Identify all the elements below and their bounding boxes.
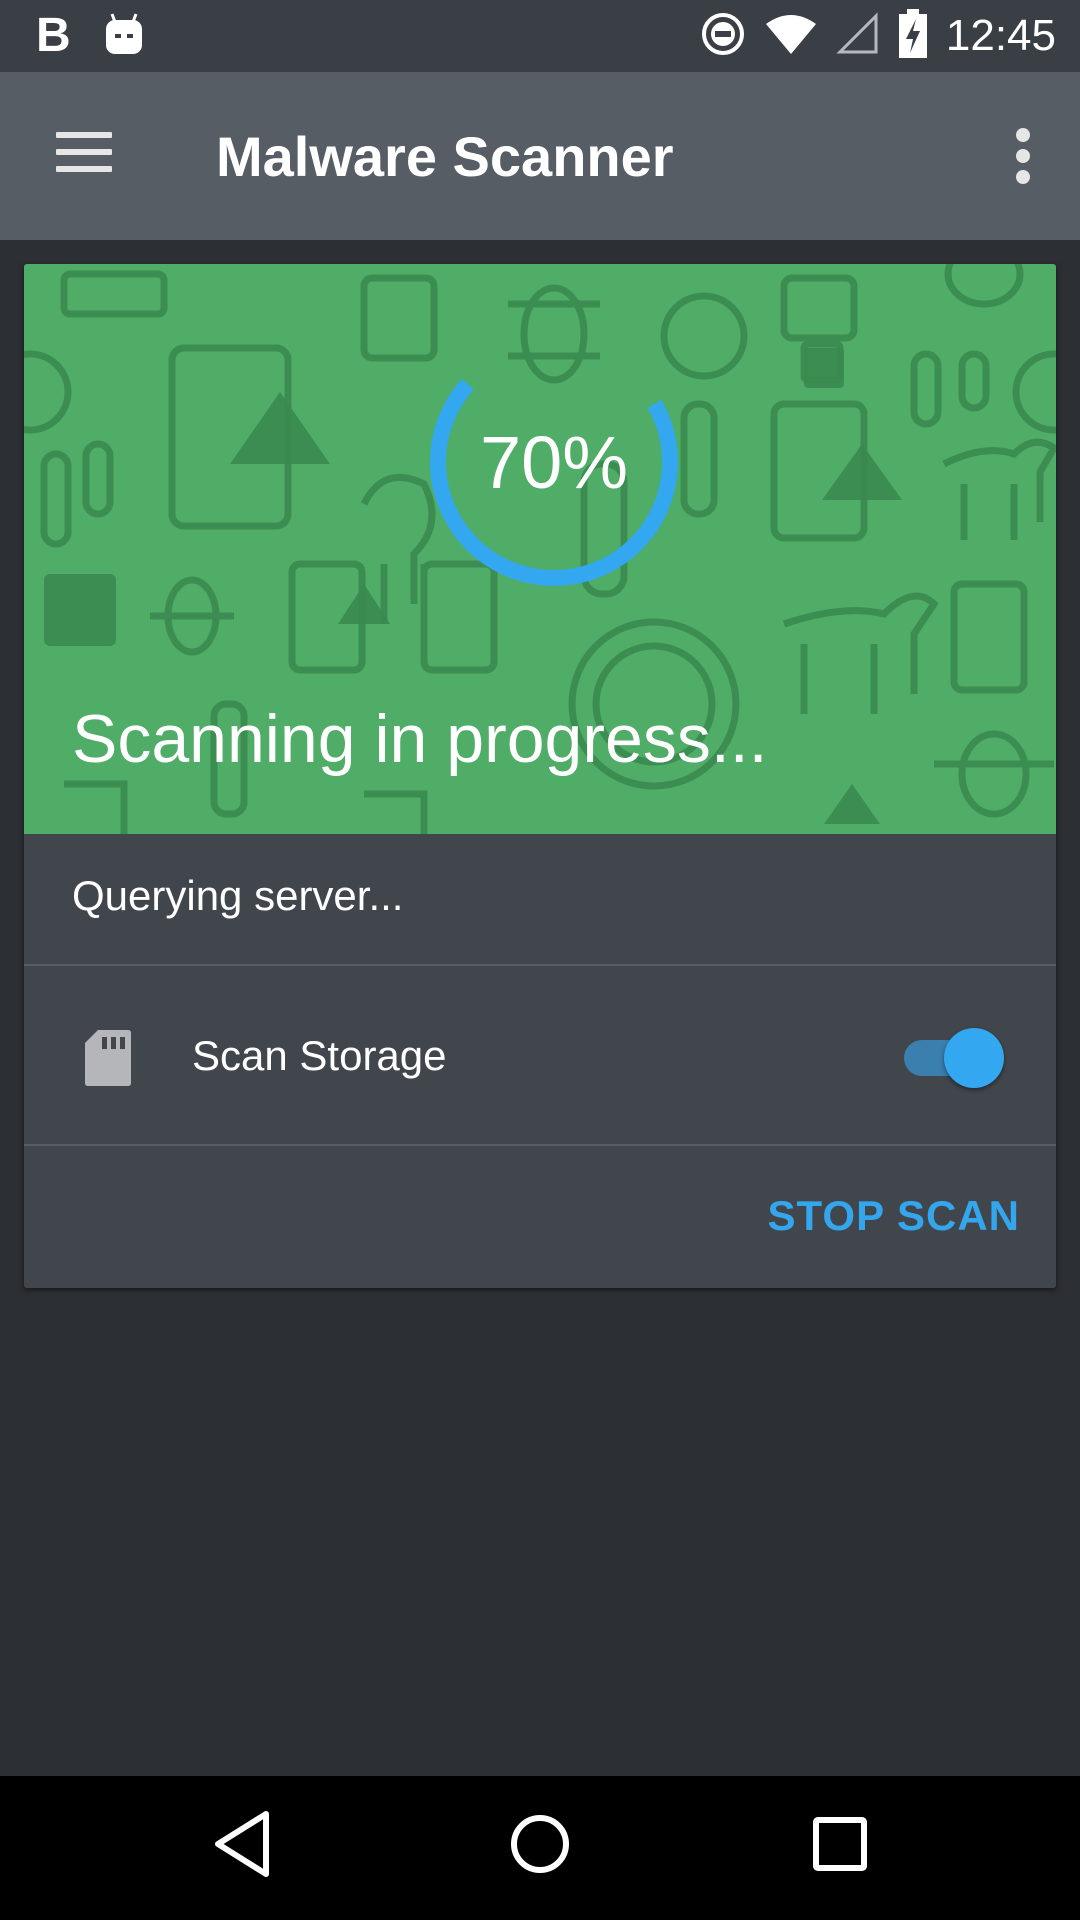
battery-charging-icon bbox=[898, 8, 928, 64]
scan-storage-row[interactable]: Scan Storage bbox=[24, 966, 1056, 1146]
app-title: Malware Scanner bbox=[216, 125, 674, 188]
status-bar: B 12:45 bbox=[0, 0, 1080, 72]
app-bar: Malware Scanner bbox=[0, 72, 1080, 240]
back-icon[interactable] bbox=[212, 1808, 272, 1885]
query-row: Querying server... bbox=[24, 834, 1056, 966]
toggle-thumb bbox=[944, 1028, 1004, 1088]
scan-card: 70% Scanning in progress... Querying ser… bbox=[24, 264, 1056, 1288]
more-vert-icon[interactable] bbox=[1016, 128, 1032, 184]
sd-card-icon bbox=[84, 1028, 132, 1093]
hamburger-menu-icon[interactable] bbox=[56, 132, 112, 180]
wifi-icon bbox=[764, 12, 818, 61]
home-icon[interactable] bbox=[508, 1808, 572, 1885]
query-status-text: Querying server... bbox=[72, 872, 404, 919]
scan-storage-toggle[interactable] bbox=[900, 1028, 1004, 1088]
b-app-icon: B bbox=[36, 9, 71, 62]
android-notification-icon bbox=[104, 12, 144, 61]
stop-scan-button[interactable]: STOP SCAN bbox=[767, 1192, 1020, 1240]
do-not-disturb-icon bbox=[700, 11, 746, 62]
scan-status-title: Scanning in progress... bbox=[72, 701, 768, 777]
recents-icon[interactable] bbox=[812, 1808, 868, 1885]
cell-signal-icon bbox=[836, 11, 880, 61]
scan-banner: 70% Scanning in progress... bbox=[24, 264, 1056, 834]
navigation-bar bbox=[0, 1776, 1080, 1920]
progress-percent: 70% bbox=[479, 420, 629, 504]
clock: 12:45 bbox=[945, 11, 1056, 60]
scan-storage-label: Scan Storage bbox=[192, 1032, 447, 1079]
